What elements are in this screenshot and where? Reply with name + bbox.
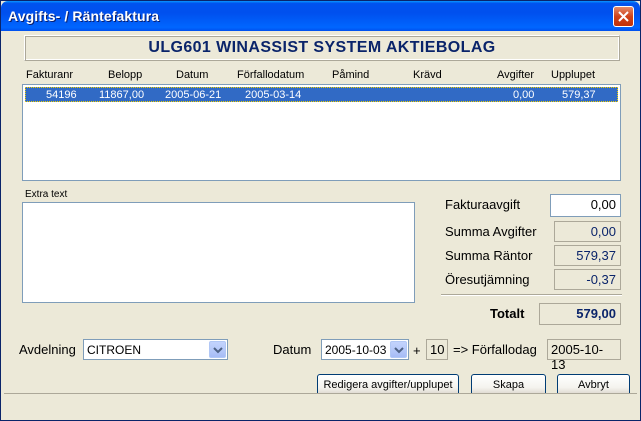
cell-fakturanr: 54196 <box>46 89 77 101</box>
avdelning-select[interactable]: CITROEN <box>83 339 228 360</box>
avdelning-dropdown-button[interactable] <box>209 341 226 358</box>
cell-avgifter: 0,00 <box>513 89 535 101</box>
totalt-value: 579,00 <box>539 303 621 325</box>
company-name: ULG601 WINASSIST SYSTEM AKTIEBOLAG <box>148 39 496 56</box>
days-input[interactable]: 10 <box>426 339 448 360</box>
datum-picker[interactable]: 2005-10-03 <box>321 339 409 360</box>
summa-avgifter-label: Summa Avgifter <box>445 224 537 239</box>
datum-label: Datum <box>273 342 312 357</box>
plus-sign: + <box>413 343 421 358</box>
chevron-down-icon <box>213 347 223 354</box>
oresutjamning-label: Öresutjämning <box>445 272 530 287</box>
forfallodag-label: => Förfallodag <box>453 342 537 357</box>
window-title: Avgifts- / Räntefaktura <box>8 8 160 24</box>
forfallodag-value: 2005-10-13 <box>547 339 621 372</box>
fakturaavgift-input[interactable]: 0,00 <box>550 194 621 217</box>
datum-dropdown-button[interactable] <box>390 341 407 358</box>
button-bar-divider <box>4 365 637 366</box>
close-icon <box>618 11 629 22</box>
summa-rantor-value: 579,37 <box>554 245 621 266</box>
column-header-pamind[interactable]: Påmind <box>332 69 369 81</box>
extra-text-field[interactable] <box>22 202 415 303</box>
summa-avgifter-value: 0,00 <box>554 221 621 242</box>
column-header-avgifter[interactable]: Avgifter <box>497 69 534 81</box>
avdelning-label: Avdelning <box>19 342 76 357</box>
summa-rantor-label: Summa Räntor <box>445 248 533 263</box>
invoice-list[interactable]: 54196 11867,00 2005-06-21 2005-03-14 0,0… <box>22 84 621 181</box>
cell-belopp: 11867,00 <box>99 89 145 101</box>
table-row[interactable]: 54196 11867,00 2005-06-21 2005-03-14 0,0… <box>25 87 618 102</box>
chevron-down-icon <box>394 347 404 354</box>
summary-divider <box>441 294 622 296</box>
company-header: ULG601 WINASSIST SYSTEM AKTIEBOLAG <box>24 35 620 61</box>
extra-text-label: Extra text <box>25 189 68 200</box>
dialog-window: Avgifts- / Räntefaktura ULG601 WINASSIST… <box>0 0 641 421</box>
oresutjamning-value: -0,37 <box>554 269 621 290</box>
column-header-datum[interactable]: Datum <box>176 69 208 81</box>
cell-forfallodatum: 2005-03-14 <box>245 89 302 101</box>
totalt-label: Totalt <box>490 306 525 321</box>
column-header-fakturanr[interactable]: Fakturanr <box>26 69 73 81</box>
close-button[interactable] <box>613 6 634 27</box>
column-header-upplupet[interactable]: Upplupet <box>551 69 595 81</box>
column-header-forfallodatum[interactable]: Förfallodatum <box>237 69 304 81</box>
column-header-kravd[interactable]: Krävd <box>413 69 442 81</box>
status-bar <box>4 393 637 419</box>
cell-upplupet: 579,37 <box>562 89 596 101</box>
avdelning-value: CITROEN <box>87 343 141 357</box>
column-header-belopp[interactable]: Belopp <box>108 69 142 81</box>
title-bar[interactable]: Avgifts- / Räntefaktura <box>1 1 640 31</box>
cell-datum: 2005-06-21 <box>165 89 222 101</box>
datum-value: 2005-10-03 <box>325 343 387 357</box>
fakturaavgift-label: Fakturaavgift <box>445 197 521 212</box>
client-area: ULG601 WINASSIST SYSTEM AKTIEBOLAG Faktu… <box>4 31 637 397</box>
